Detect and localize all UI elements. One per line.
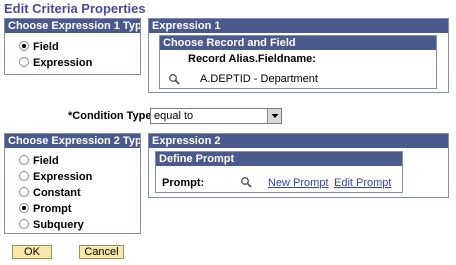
expr2-type-subquery-option[interactable]: Subquery (19, 218, 84, 232)
expr2-type-prompt-option[interactable]: Prompt (19, 202, 72, 216)
radio-expression[interactable] (19, 57, 29, 67)
page-title: Edit Criteria Properties (4, 1, 146, 16)
record-field-group: Choose Record and Field Record Alias.Fie… (159, 35, 437, 89)
radio-field[interactable] (19, 155, 29, 165)
expr2-type-field-option[interactable]: Field (19, 154, 59, 168)
radio-constant[interactable] (19, 187, 29, 197)
expr1-type-field-option[interactable]: Field (19, 40, 59, 54)
radio-prompt-selected[interactable] (19, 203, 29, 213)
define-prompt-group: Define Prompt Prompt: New Prompt Edit Pr… (155, 151, 403, 193)
magnifier-icon[interactable] (240, 175, 252, 188)
radio-field-selected[interactable] (19, 41, 29, 51)
cancel-button[interactable]: Cancel (79, 245, 124, 259)
expr1-group: Expression 1 Choose Record and Field Rec… (148, 18, 449, 93)
prompt-label: Prompt: (162, 177, 205, 189)
expr2-group: Expression 2 Define Prompt Prompt: New P… (148, 133, 449, 198)
option-label-field: Field (33, 41, 59, 53)
expr2-header: Expression 2 (149, 134, 448, 148)
expr2-type-constant-option[interactable]: Constant (19, 186, 81, 200)
record-field-header: Choose Record and Field (160, 36, 436, 50)
record-alias-label: Record Alias.Fieldname: (188, 53, 316, 65)
option-label-prompt: Prompt (33, 203, 72, 215)
radio-subquery[interactable] (19, 219, 29, 229)
expr1-type-header: Choose Expression 1 Type (5, 19, 140, 33)
new-prompt-link[interactable]: New Prompt (268, 177, 329, 189)
expr2-type-header: Choose Expression 2 Type (5, 134, 140, 148)
expr2-type-expression-option[interactable]: Expression (19, 170, 92, 184)
record-field-value: A.DEPTID - Department (200, 73, 318, 85)
option-label-expression: Expression (33, 57, 93, 69)
option-label-expression: Expression (33, 171, 93, 183)
condition-type-value: equal to (154, 110, 194, 122)
condition-type-select[interactable]: equal to (150, 108, 282, 124)
dropdown-arrow-icon[interactable] (267, 109, 281, 123)
edit-prompt-link[interactable]: Edit Prompt (334, 177, 391, 189)
ok-button[interactable]: OK (12, 245, 52, 259)
option-label-subquery: Subquery (33, 219, 84, 231)
expr1-type-expression-option[interactable]: Expression (19, 56, 92, 70)
expr1-header: Expression 1 (149, 19, 448, 33)
magnifier-icon[interactable] (168, 72, 180, 85)
radio-expression[interactable] (19, 171, 29, 181)
option-label-field: Field (33, 155, 59, 167)
define-prompt-header: Define Prompt (156, 152, 402, 166)
condition-type-label: *Condition Type: (68, 110, 156, 122)
expr1-type-group: Choose Expression 1 Type Field Expressio… (4, 18, 141, 75)
expr2-type-group: Choose Expression 2 Type Field Expressio… (4, 133, 141, 234)
option-label-constant: Constant (33, 187, 81, 199)
